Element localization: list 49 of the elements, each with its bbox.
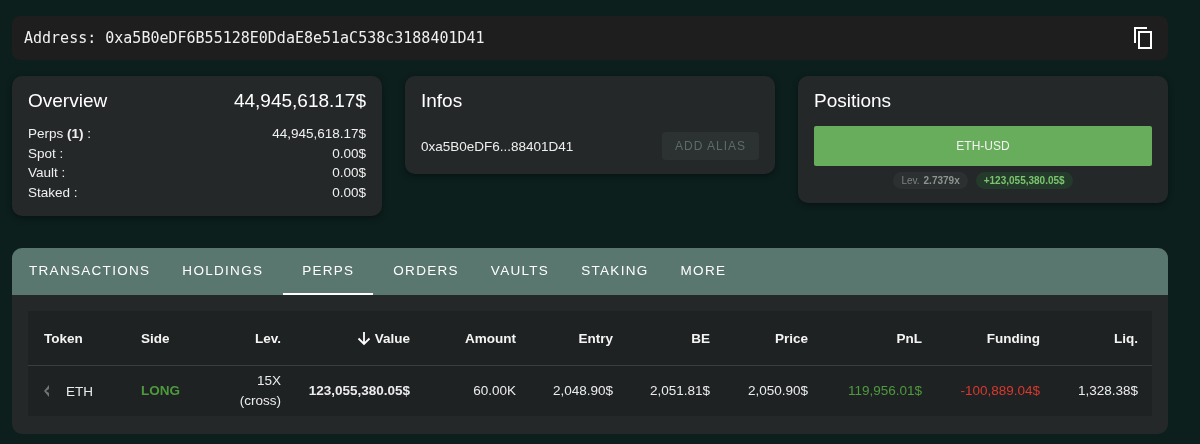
table-cell-text: 2,051.81$ [648, 382, 710, 400]
address-text: Address: 0xa5B0eDF6B55128E0DdaE8e51aC538c3188401D41 [24, 29, 485, 47]
row-value: 44,945,618.17$ [272, 125, 366, 143]
card-title: Overview [28, 90, 108, 112]
column-header[interactable]: Token [44, 330, 141, 346]
tab[interactable]: STAKING [569, 248, 661, 295]
sort-arrow-icon [356, 330, 371, 346]
row-value: 0.00$ [332, 183, 366, 202]
token-icon [44, 385, 52, 397]
column-header[interactable]: Amount [410, 330, 516, 346]
card-title: Positions [814, 90, 892, 111]
tab[interactable]: HOLDINGS [170, 248, 276, 295]
table-cell: ETH [66, 383, 93, 399]
row-value: 0.00$ [332, 144, 366, 163]
column-header[interactable]: PnL [808, 330, 922, 346]
table-cell-text: 119,956.01$ [846, 382, 922, 400]
row-label: Perps (1) : [28, 125, 92, 143]
table-cell-text: 2,048.90$ [551, 382, 613, 400]
row-label: Vault : [28, 164, 66, 182]
table-cell-text: LONG [141, 382, 181, 400]
tab[interactable]: TRANSACTIONS [17, 248, 163, 295]
table-cell-text: -100,889.04$ [959, 382, 1040, 400]
row-label: Staked : [28, 183, 78, 202]
leverage-chip: Lev. 2.7379x [893, 172, 968, 189]
column-header[interactable]: Lev. [226, 330, 281, 346]
column-header[interactable]: Funding [922, 330, 1040, 346]
table-cell-text: 123,055,380.05$ [307, 382, 410, 400]
column-header[interactable]: Side [141, 330, 226, 346]
copy-icon [1132, 26, 1154, 50]
tab[interactable]: ORDERS [381, 248, 471, 295]
table-cell-text: 2,050.90$ [746, 382, 808, 400]
column-header[interactable]: Price [710, 330, 808, 346]
column-header[interactable]: Liq. [1040, 330, 1138, 346]
copy-button[interactable] [1132, 26, 1154, 50]
tab[interactable]: VAULTS [478, 248, 562, 295]
total-value: 44,945,618.17$ [233, 90, 366, 112]
column-header[interactable]: Value [281, 330, 410, 346]
short-address: 0xa5B0eDF6...88401D41 [421, 138, 574, 154]
row-value: 0.00$ [332, 164, 366, 182]
row-label: Spot : [28, 144, 64, 163]
card-title: Infos [421, 90, 463, 111]
table-cell-text: 60.00K [472, 382, 516, 400]
table-cell-text: 15X (cross) [238, 372, 281, 410]
tab[interactable]: MORE [668, 248, 739, 295]
table-cell-text: 1,328.38$ [1076, 382, 1138, 400]
tab[interactable]: PERPS [283, 248, 374, 295]
column-header[interactable]: BE [613, 330, 710, 346]
column-header[interactable]: Entry [516, 330, 613, 346]
pnl-chip: +123,055,380.05$ [975, 172, 1073, 189]
